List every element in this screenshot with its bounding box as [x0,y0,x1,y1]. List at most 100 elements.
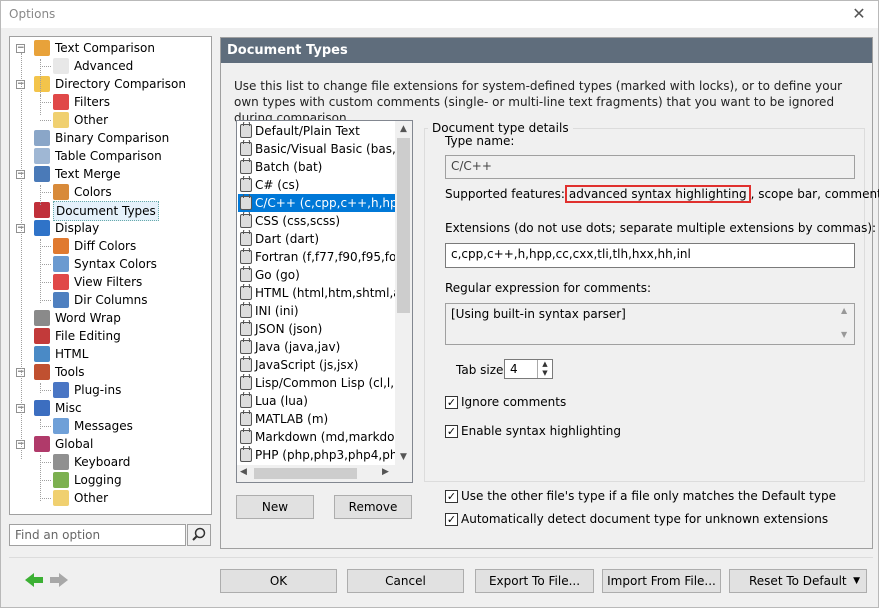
lock-icon [240,410,252,426]
dropdown-arrow-icon[interactable]: ▼ [853,570,860,592]
panel-title: Document Types [221,38,872,63]
palette-icon [53,184,69,200]
document-type-item[interactable]: Fortran (f,f77,f90,f95,for) [238,248,396,266]
other-type-checkbox[interactable]: ✓ [445,490,458,503]
tools-icon [34,364,50,380]
edit-icon [34,328,50,344]
tree-guide [40,383,41,393]
document-type-item[interactable]: Batch (bat) [238,158,396,176]
tree-item-label: Other [74,113,109,127]
horizontal-scroll-thumb[interactable] [254,468,357,479]
keyboard-icon [53,454,69,470]
back-arrow-icon[interactable] [25,572,45,591]
supported-features-rest: , scope bar, comments [750,187,879,201]
document-type-item[interactable]: MATLAB (m) [238,410,396,428]
folder-icon [34,76,50,92]
document-type-item[interactable]: Lua (lua) [238,392,396,410]
document-type-item[interactable]: CSS (css,scss) [238,212,396,230]
regex-label: Regular expression for comments: [445,281,652,295]
options-window: Options ✕ Text Comparison − Advanced Direct… [0,0,879,608]
regex-scroll-down-icon[interactable]: ▼ [841,330,847,339]
document-type-label: Batch (bat) [255,160,323,174]
columns-icon [53,292,69,308]
tree-guide [40,185,41,205]
tree-connector [40,102,51,103]
search-button[interactable] [187,524,211,546]
tree-item-label: Other [74,491,109,505]
supported-features: Supported features: advanced syntax highl… [445,184,879,204]
ignore-comments-checkbox[interactable]: ✓ [445,396,458,409]
list-horizontal-scrollbar[interactable]: ◀ ▶ [237,465,412,482]
html-icon [34,346,50,362]
document-type-item[interactable]: C/C++ (c,cpp,c++,h,hpp,cc,cxx) [238,194,396,212]
tree-item-label: Table Comparison [55,149,162,163]
lock-icon [240,392,252,408]
lock-icon [240,230,252,246]
other-icon [53,112,69,128]
scroll-left-icon[interactable]: ◀ [240,467,247,477]
lock-icon [240,194,252,210]
tree-guide [40,455,41,501]
ok-button[interactable]: OK [220,569,337,593]
document-type-item[interactable]: Default/Plain Text [238,122,396,140]
import-button[interactable]: Import From File... [602,569,721,593]
document-type-label: Basic/Visual Basic (bas,vb,vbs) [255,142,396,156]
close-icon[interactable]: ✕ [848,3,870,25]
lock-icon [240,374,252,390]
auto-detect-checkbox[interactable]: ✓ [445,513,458,526]
search-input[interactable]: Find an option [9,524,186,546]
export-button[interactable]: Export To File... [475,569,594,593]
document-type-item[interactable]: Java (java,jav) [238,338,396,356]
document-type-item[interactable]: PHP (php,php3,php4,phtml) [238,446,396,464]
regex-field[interactable]: [Using built-in syntax parser] [445,303,855,345]
document-type-item[interactable]: Go (go) [238,266,396,284]
tree-connector [40,426,51,427]
highlighted-feature: advanced syntax highlighting [564,185,751,203]
cancel-button[interactable]: Cancel [347,569,464,593]
new-button[interactable]: New [236,495,314,519]
document-type-item[interactable]: HTML (html,htm,shtml,asp) [238,284,396,302]
lock-icon [240,428,252,444]
tree-item-label: Diff Colors [74,239,137,253]
tab-size-spinner[interactable]: 4 ▲ ▼ [504,359,553,379]
scroll-up-icon[interactable]: ▲ [395,121,412,138]
logging-icon [53,472,69,488]
filter-icon [53,94,69,110]
enable-syntax-checkbox[interactable]: ✓ [445,425,458,438]
document-type-label: Dart (dart) [255,232,320,246]
tree-item-label: Global [55,437,94,451]
lock-icon [240,122,252,138]
spinner-arrows-icon[interactable]: ▲ ▼ [537,360,552,378]
scroll-down-icon[interactable]: ▼ [395,449,412,466]
tree-connector [40,498,51,499]
extensions-input[interactable]: c,cpp,c++,h,hpp,cc,cxx,tli,tlh,hxx,hh,in… [445,243,855,268]
list-vertical-scrollbar[interactable]: ▲ ▼ [395,121,412,466]
document-type-item[interactable]: Basic/Visual Basic (bas,vb,vbs) [238,140,396,158]
document-types-list[interactable]: Default/Plain Text Basic/Visual Basic (ba… [236,120,413,483]
tree-item-label: Dir Columns [74,293,148,307]
document-type-item[interactable]: JavaScript (js,jsx) [238,356,396,374]
scroll-right-icon[interactable]: ▶ [382,467,389,477]
text-comparison-icon [34,40,50,56]
document-type-item[interactable]: Dart (dart) [238,230,396,248]
lock-icon [240,356,252,372]
document-type-label: Default/Plain Text [255,124,360,138]
forward-arrow-icon[interactable] [48,572,68,591]
remove-button[interactable]: Remove [334,495,412,519]
title-bar: Options ✕ [1,1,878,28]
collapse-toggle-icon[interactable]: − [16,44,25,53]
tree-connector [40,192,51,193]
type-name-label: Type name: [445,134,515,148]
tree-item-label: Advanced [74,59,134,73]
document-type-item[interactable]: Markdown (md,markdown) [238,428,396,446]
regex-scroll-up-icon[interactable]: ▲ [841,306,847,315]
document-type-item[interactable]: Lisp/Common Lisp (cl,l,lsp) [238,374,396,392]
reset-button[interactable]: Reset To Default ▼ [729,569,867,593]
document-type-item[interactable]: C# (cs) [238,176,396,194]
scroll-thumb[interactable] [397,138,410,313]
document-type-item[interactable]: JSON (json) [238,320,396,338]
document-type-item[interactable]: INI (ini) [238,302,396,320]
options-tree[interactable]: Text Comparison − Advanced Directory Compar… [9,36,212,515]
document-types-icon [34,202,50,218]
lock-icon [240,248,252,264]
